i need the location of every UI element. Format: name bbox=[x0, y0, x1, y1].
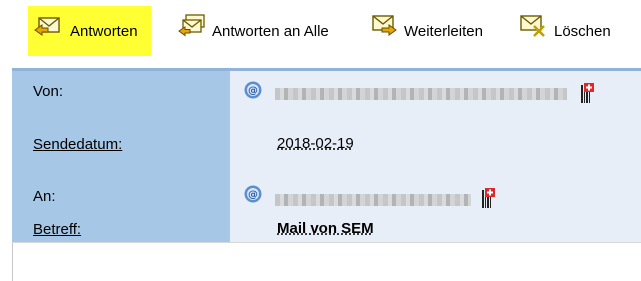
to-label: An: bbox=[33, 188, 56, 205]
envelope-reply-all-icon bbox=[178, 14, 205, 37]
sender-address[interactable] bbox=[275, 88, 567, 100]
message-body[interactable] bbox=[12, 242, 641, 281]
delete-button[interactable]: Löschen bbox=[518, 6, 641, 56]
contact-card-icon[interactable] bbox=[581, 83, 595, 105]
message-toolbar: Antworten Antworten an Alle Weiterleiten… bbox=[0, 0, 641, 68]
subject-label[interactable]: Betreff: bbox=[33, 221, 81, 238]
svg-text:@: @ bbox=[248, 190, 258, 201]
at-sign-icon: @ bbox=[244, 81, 262, 99]
sent-date: 2018-02-19 bbox=[277, 135, 354, 152]
envelope-reply-icon bbox=[34, 17, 60, 36]
forward-label: Weiterleiten bbox=[404, 22, 483, 40]
date-label[interactable]: Sendedatum: bbox=[33, 136, 122, 153]
forward-button[interactable]: Weiterleiten bbox=[370, 6, 500, 56]
recipient-address[interactable] bbox=[275, 194, 471, 206]
message-header: Von: @ Sendedatum: 2018-02-19 An: @ Betr… bbox=[12, 68, 641, 242]
reply-all-button[interactable]: Antworten an Alle bbox=[178, 6, 348, 56]
reply-label: Antworten bbox=[70, 22, 138, 40]
at-sign-icon: @ bbox=[244, 185, 262, 203]
contact-card-icon[interactable] bbox=[482, 188, 496, 210]
delete-label: Löschen bbox=[554, 22, 611, 40]
subject-value: Mail von SEM bbox=[277, 220, 374, 237]
svg-text:@: @ bbox=[248, 86, 258, 97]
envelope-forward-icon bbox=[372, 15, 397, 36]
reply-button[interactable]: Antworten bbox=[28, 6, 151, 56]
from-label: Von: bbox=[33, 83, 64, 100]
envelope-delete-icon bbox=[520, 15, 545, 37]
reply-all-label: Antworten an Alle bbox=[212, 22, 329, 40]
